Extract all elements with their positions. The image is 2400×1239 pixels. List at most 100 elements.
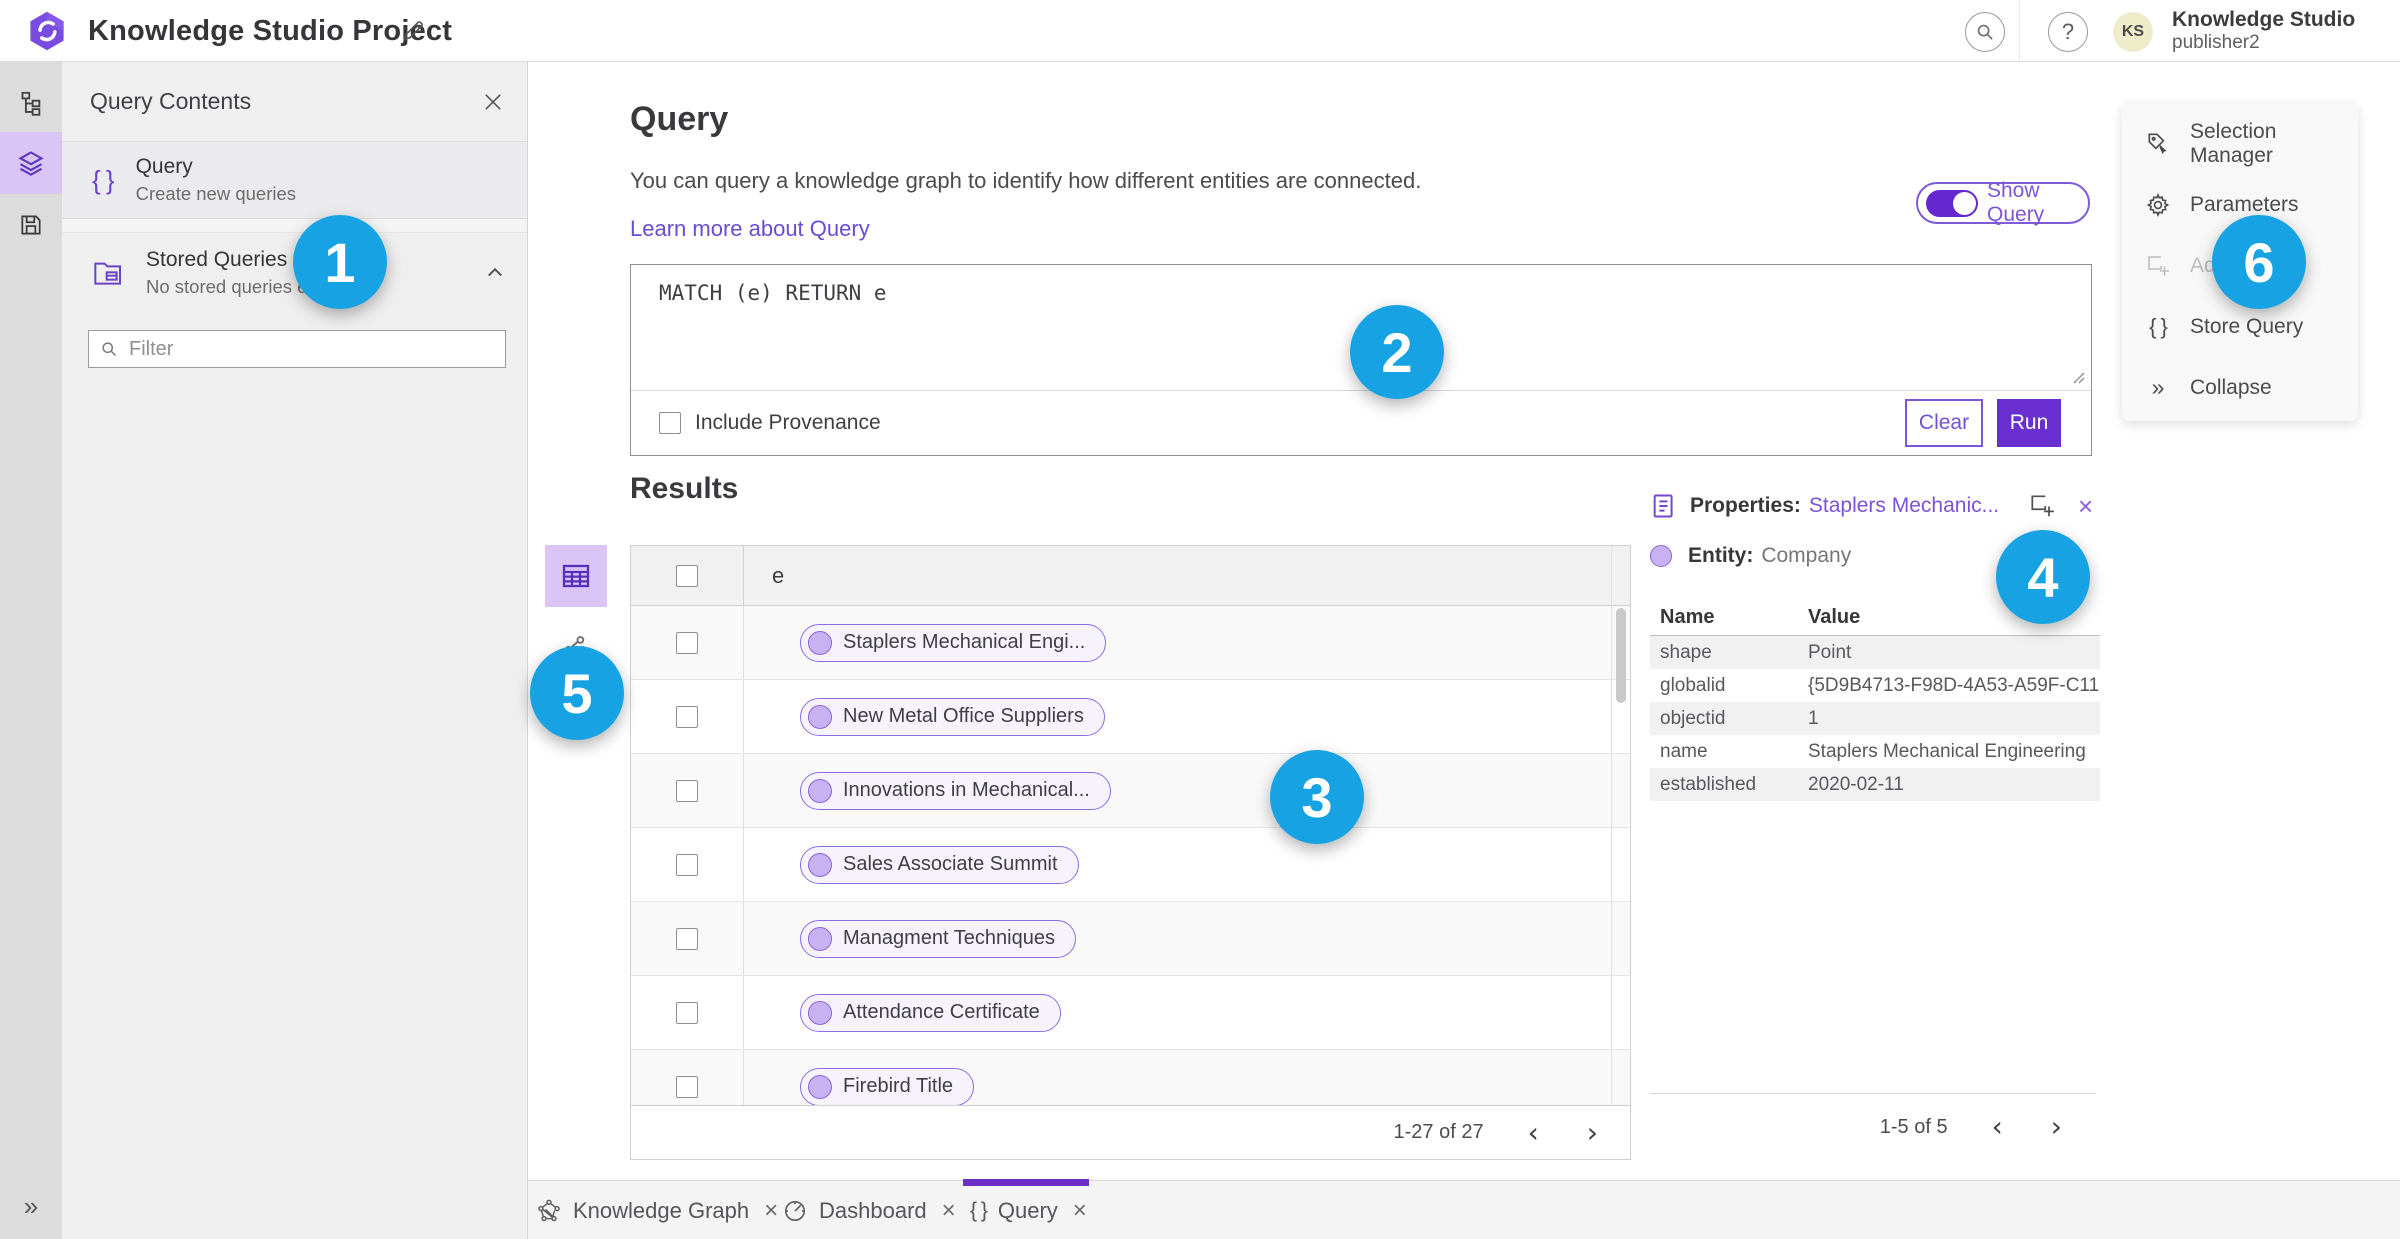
- sidebar-item-query[interactable]: { } Query Create new queries: [62, 142, 527, 219]
- table-row: Firebird Title: [631, 1050, 1630, 1105]
- resize-handle[interactable]: [2070, 369, 2086, 385]
- filter-input[interactable]: [129, 337, 495, 361]
- table-view-button[interactable]: [545, 545, 607, 607]
- rail-item-save[interactable]: [0, 194, 62, 256]
- panel-title: Query Contents: [90, 88, 252, 114]
- add-to-new-icon[interactable]: [2028, 492, 2056, 520]
- item-subtitle: Create new queries: [135, 183, 297, 204]
- filter-field: [88, 330, 506, 368]
- rail-item-contents-active[interactable]: [0, 132, 62, 194]
- knowledge-graph-icon: [536, 1198, 562, 1224]
- tab-query-active[interactable]: { } Query ×: [970, 1181, 1087, 1239]
- entity-pill[interactable]: Sales Associate Summit: [800, 845, 1079, 884]
- row-checkbox[interactable]: [676, 927, 698, 950]
- rail-expand-button[interactable]: »: [0, 1175, 62, 1237]
- toggle-knob: [1953, 191, 1976, 215]
- row-checkbox[interactable]: [676, 631, 698, 654]
- entity-type: Company: [1761, 544, 1852, 567]
- properties-page-range: 1-5 of 5: [1879, 1115, 1948, 1138]
- property-row: shape Point: [1650, 636, 2100, 669]
- gear-icon: [2144, 191, 2172, 219]
- entity-pill[interactable]: Staplers Mechanical Engi...: [800, 623, 1107, 662]
- entity-pill[interactable]: Managment Techniques: [800, 919, 1076, 958]
- entity-pill[interactable]: Attendance Certificate: [800, 993, 1061, 1032]
- row-checkbox[interactable]: [676, 1001, 698, 1024]
- page-title: Query: [630, 100, 729, 138]
- rail-item-hierarchy[interactable]: [0, 72, 62, 134]
- help-button[interactable]: ?: [2048, 12, 2088, 52]
- expand-icon: »: [23, 1190, 39, 1221]
- tab-dashboard[interactable]: Dashboard ×: [782, 1181, 956, 1239]
- entity-dot-icon: [808, 1000, 832, 1025]
- row-checkbox[interactable]: [676, 779, 698, 802]
- search-button[interactable]: [1965, 12, 2005, 52]
- column-header-name: Name: [1660, 606, 1715, 628]
- entity-dot-icon: [808, 1074, 832, 1099]
- item-title: Query: [135, 155, 193, 178]
- properties-doc-icon: [1650, 492, 1678, 520]
- panel-close-icon[interactable]: [481, 90, 505, 114]
- close-tab-icon[interactable]: ×: [942, 1197, 956, 1225]
- close-tab-icon[interactable]: ×: [764, 1197, 778, 1225]
- save-icon: [18, 212, 44, 238]
- properties-title: Properties:: [1690, 494, 1801, 517]
- show-query-toggle[interactable]: Show Query: [1916, 179, 2090, 226]
- results-table-body: Staplers Mechanical Engi... New Metal Of…: [631, 606, 1630, 1105]
- results-next-page-button[interactable]: ›: [1583, 1118, 1602, 1147]
- query-text: MATCH (e) RETURN e: [659, 281, 887, 305]
- entity-pill[interactable]: Firebird Title: [800, 1067, 975, 1105]
- property-row: name Staplers Mechanical Engineering: [1660, 740, 2086, 762]
- app-window: Knowledge Studio Project ? KS Knowledge …: [0, 0, 2400, 1239]
- user-name: Knowledge Studio: [2172, 8, 2356, 31]
- properties-prev-page-button[interactable]: ‹: [1988, 1113, 2007, 1141]
- stored-queries-folder-icon: [92, 257, 124, 289]
- avatar[interactable]: KS: [2113, 12, 2153, 52]
- properties-entity-link[interactable]: Staplers Mechanic...: [1809, 494, 1999, 518]
- row-checkbox[interactable]: [676, 1075, 698, 1098]
- results-page-range: 1-27 of 27: [1393, 1121, 1484, 1143]
- add-square-icon: [2144, 252, 2172, 280]
- close-tab-icon[interactable]: ×: [1073, 1197, 1087, 1225]
- properties-next-page-button[interactable]: ›: [2047, 1113, 2066, 1141]
- entity-dot-icon: [808, 926, 832, 951]
- learn-more-link[interactable]: Learn more about Query: [630, 216, 870, 242]
- collapse-section-icon[interactable]: [485, 263, 505, 283]
- entity-dot-icon: [808, 852, 832, 877]
- tab-knowledge-graph[interactable]: Knowledge Graph ×: [536, 1181, 778, 1239]
- property-row: objectid 1: [1650, 702, 2100, 735]
- entity-dot-icon: [808, 630, 832, 655]
- vertical-scrollbar[interactable]: [1616, 608, 1626, 703]
- braces-icon: { }: [2149, 313, 2168, 339]
- row-checkbox[interactable]: [676, 705, 698, 728]
- edit-title-icon[interactable]: [400, 18, 426, 44]
- table-row: Innovations in Mechanical...: [631, 754, 1630, 828]
- select-all-checkbox[interactable]: [676, 564, 698, 587]
- clear-button[interactable]: Clear: [1905, 399, 1983, 447]
- menu-item-collapse[interactable]: » Collapse: [2122, 357, 2358, 418]
- entity-dot-icon: [808, 778, 832, 803]
- include-provenance-checkbox[interactable]: [659, 412, 681, 434]
- app-logo-icon[interactable]: [26, 10, 68, 52]
- topbar-divider: [2019, 0, 2020, 61]
- entity-pill[interactable]: New Metal Office Suppliers: [800, 697, 1105, 736]
- dashboard-icon: [782, 1198, 808, 1224]
- properties-header: Properties: Staplers Mechanic... ×: [1650, 488, 2100, 524]
- project-title: Knowledge Studio Project: [88, 14, 453, 47]
- run-button[interactable]: Run: [1997, 399, 2061, 447]
- entity-pill[interactable]: Innovations in Mechanical...: [800, 771, 1111, 810]
- properties-close-icon[interactable]: ×: [2078, 493, 2100, 519]
- callout-badge-4: 4: [1996, 530, 2090, 624]
- table-row: New Metal Office Suppliers: [631, 680, 1630, 754]
- results-prev-page-button[interactable]: ‹: [1524, 1118, 1543, 1147]
- entity-label: Entity:: [1688, 544, 1754, 567]
- menu-item-selection-manager[interactable]: Selection Manager: [2122, 113, 2358, 174]
- toggle-label: Show Query: [1987, 179, 2045, 226]
- page-description: You can query a knowledge graph to ident…: [630, 168, 1422, 193]
- braces-icon: { }: [92, 164, 115, 195]
- row-checkbox[interactable]: [676, 853, 698, 876]
- user-info[interactable]: Knowledge Studio publisher2: [2172, 8, 2355, 54]
- entity-dot-icon: [1650, 545, 1672, 567]
- query-editor-footer: Include Provenance Clear Run: [631, 390, 2091, 455]
- hierarchy-icon: [18, 90, 45, 117]
- layers-icon: [17, 149, 45, 177]
